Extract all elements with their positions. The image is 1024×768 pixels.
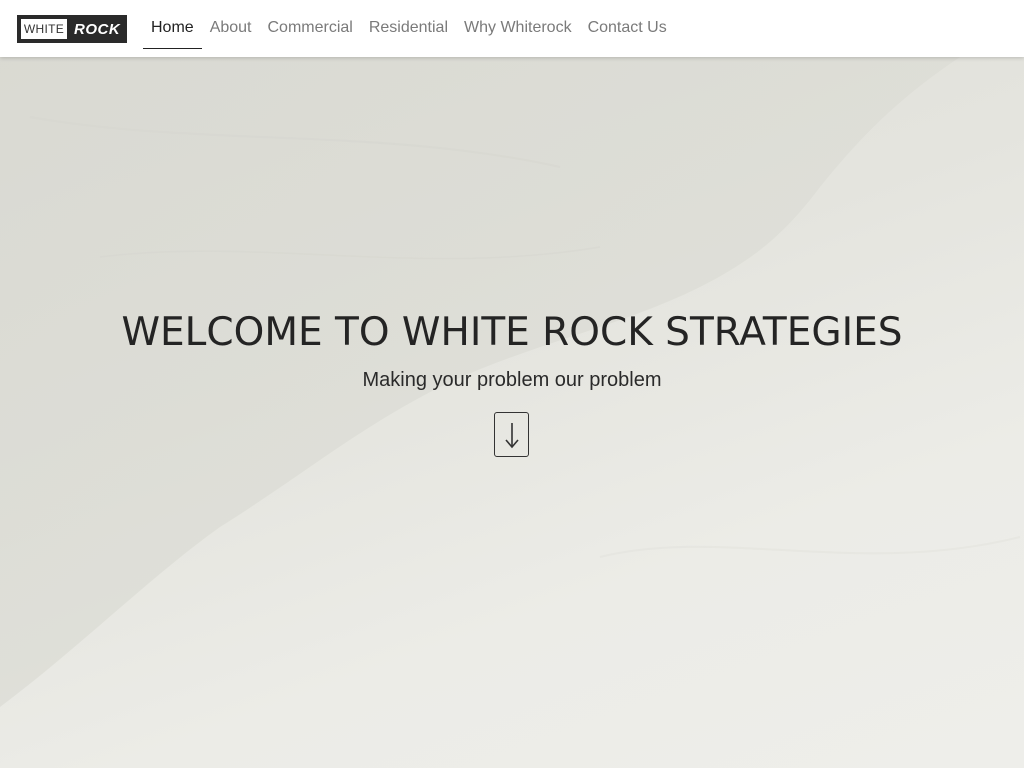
brand-logo[interactable]: WHITE ROCK	[17, 15, 127, 43]
hero-subtitle: Making your problem our problem	[362, 369, 662, 391]
nav-item-commercial[interactable]: Commercial	[260, 0, 361, 57]
main-nav: Home About Commercial Residential Why Wh…	[143, 0, 675, 57]
arrow-down-icon	[504, 422, 519, 448]
nav-item-contact-us[interactable]: Contact Us	[580, 0, 675, 57]
nav-item-why-whiterock[interactable]: Why Whiterock	[456, 0, 580, 57]
page: WHITE ROCK Home About Commercial Residen…	[0, 0, 1024, 768]
nav-item-home[interactable]: Home	[143, 0, 202, 57]
scroll-down-button[interactable]	[494, 412, 529, 457]
hero-title: WELCOME TO WHITE ROCK STRATEGIES	[121, 310, 903, 355]
logo-text-rock: ROCK	[74, 20, 121, 38]
top-navbar: WHITE ROCK Home About Commercial Residen…	[0, 0, 1024, 57]
nav-item-about[interactable]: About	[202, 0, 260, 57]
nav-item-residential[interactable]: Residential	[361, 0, 456, 57]
logo-text-white: WHITE	[21, 19, 67, 39]
